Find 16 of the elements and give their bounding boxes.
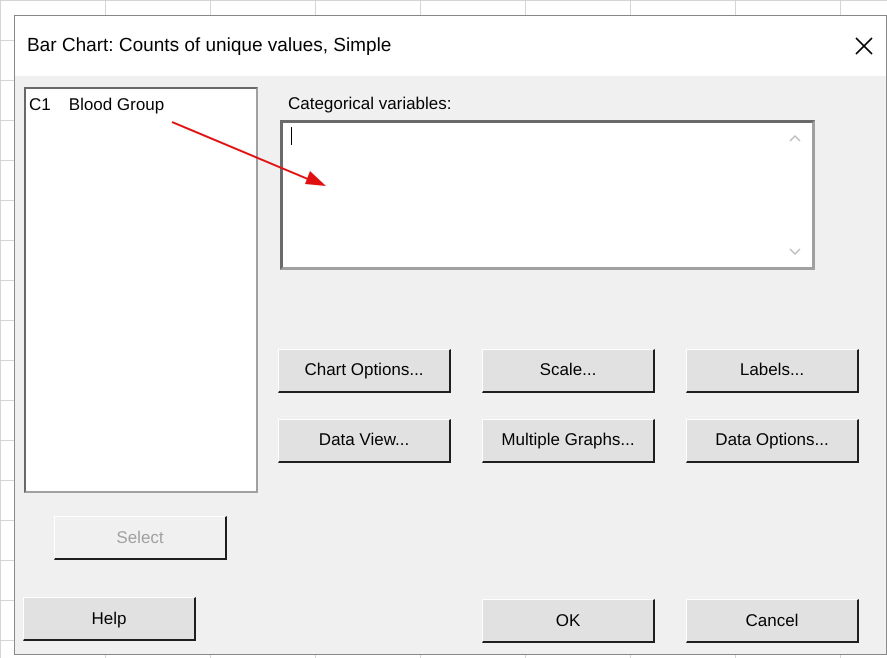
dialog-button[interactable]: Multiple Graphs... [482, 418, 655, 462]
dialog-button[interactable]: OK [482, 599, 655, 643]
column-id[interactable]: C1 [29, 92, 51, 118]
text-cursor [291, 126, 292, 144]
dialog-button[interactable]: Labels... [686, 348, 859, 392]
variable-list[interactable]: C1 Blood Group [24, 87, 258, 493]
dialog-button[interactable]: Scale... [482, 348, 655, 392]
window-title: Bar Chart: Counts of unique values, Simple [27, 34, 392, 58]
dialog-button[interactable]: Data Options... [686, 418, 859, 462]
column-name[interactable]: Blood Group [68, 92, 164, 118]
dialog-button[interactable]: Help [23, 597, 196, 641]
dialog-button[interactable]: Chart Options... [278, 348, 451, 392]
dialog-button[interactable]: Data View... [278, 418, 451, 462]
close-icon[interactable] [854, 36, 874, 56]
field-label: Categorical variables: [288, 93, 452, 115]
dialog-button[interactable]: Cancel [686, 599, 859, 643]
